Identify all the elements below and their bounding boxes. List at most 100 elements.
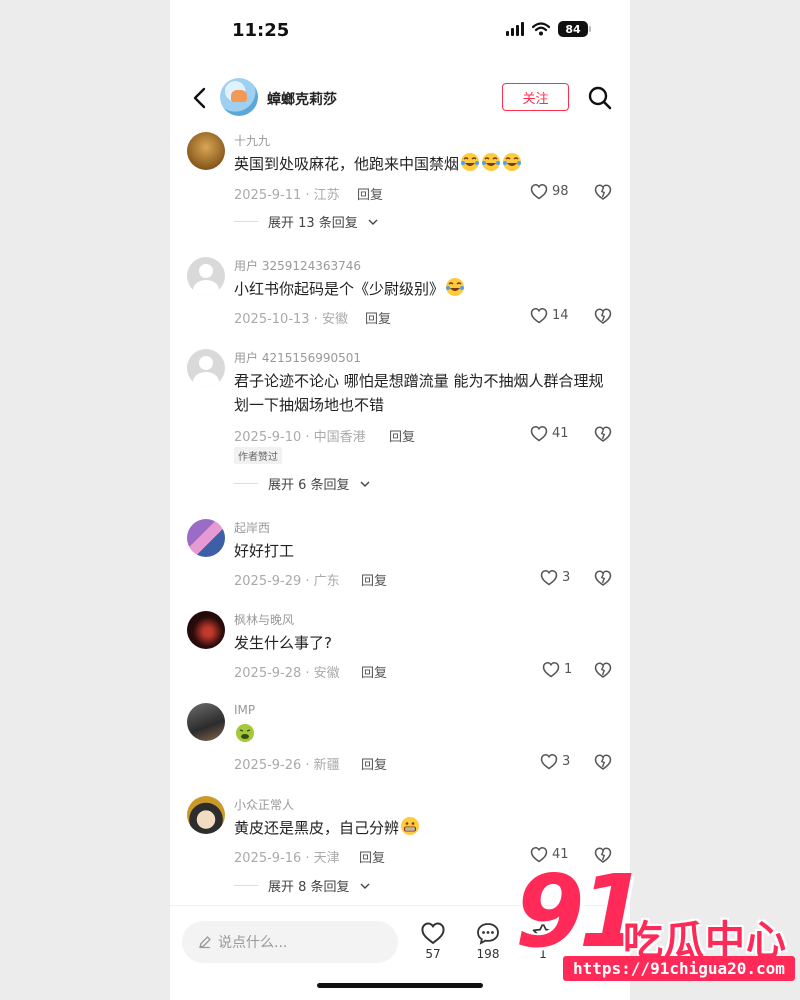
nauseated-emoji-icon (236, 724, 254, 742)
chevron-down-icon (360, 481, 370, 487)
home-indicator (317, 983, 483, 988)
expand-label: 展开 6 条回复 (268, 478, 350, 493)
comment-meta: 2025-9-28 · 安徽 (234, 666, 340, 681)
comment-username[interactable]: 用户 4215156990501 (234, 349, 361, 366)
comment-meta: 2025-9-11 · 江苏 (234, 188, 340, 203)
comment-text-body: 黄皮还是黑皮，自己分辨 (234, 819, 400, 837)
expand-label: 展开 13 条回复 (268, 216, 358, 231)
user-avatar[interactable] (187, 349, 225, 387)
back-icon[interactable] (186, 84, 214, 112)
heart-icon (540, 754, 558, 770)
comment-username[interactable]: 枫林与晚风 (234, 611, 294, 628)
comment-input-placeholder: 说点什么... (218, 935, 288, 951)
status-icons: 84 (506, 21, 591, 37)
phone-screen: 11:25 84 蟑螂克莉莎 关注 十九九 英国到处吸麻花，他跑来中国禁烟 20… (170, 0, 630, 1000)
dislike-heart-icon[interactable] (594, 425, 612, 443)
watermark: 91 吃瓜中心 https://91chigua20.com (515, 862, 795, 988)
comment-text-body: 小红书你起码是个《少尉级别》 (234, 280, 445, 298)
like-button[interactable]: 14 (530, 307, 569, 324)
comment-text (234, 723, 609, 747)
like-button[interactable]: 1 (542, 661, 572, 678)
status-time: 11:25 (232, 20, 290, 41)
comment-meta: 2025-9-10 · 中国香港 (234, 430, 366, 445)
post-comment-count: 198 (476, 947, 500, 961)
pencil-icon (199, 936, 211, 949)
heart-icon (421, 922, 445, 945)
like-post-button[interactable]: 57 (413, 921, 453, 961)
like-button[interactable]: 3 (540, 753, 570, 770)
comment-username[interactable]: 起岸西 (234, 519, 270, 536)
laughing-crying-emoji-icon (446, 278, 465, 296)
user-avatar[interactable] (187, 132, 225, 170)
heart-icon (530, 308, 548, 324)
reply-button[interactable]: 回复 (359, 847, 385, 866)
comment-text: 发生什么事了? (234, 634, 332, 652)
comment-text-body: 英国到处吸麻花，他跑来中国禁烟 (234, 155, 460, 173)
heart-icon (530, 426, 548, 442)
dislike-heart-icon[interactable] (594, 661, 612, 679)
wifi-icon (532, 22, 550, 36)
comment-text: 黄皮还是黑皮，自己分辨 (234, 816, 609, 840)
expand-replies-button[interactable]: 展开 6 条回复 (234, 474, 370, 493)
comment-bubble-icon (477, 923, 499, 945)
comment-username[interactable]: IMP (234, 703, 255, 717)
heart-icon (530, 184, 548, 200)
reply-button[interactable]: 回复 (389, 426, 415, 445)
expand-replies-button[interactable]: 展开 13 条回复 (234, 212, 378, 231)
dislike-heart-icon[interactable] (594, 183, 612, 201)
expand-label: 展开 8 条回复 (268, 880, 350, 895)
laughing-crying-emoji-icon (503, 153, 522, 171)
comment-text: 好好打工 (234, 542, 295, 560)
like-count: 41 (552, 426, 569, 441)
battery-level: 84 (565, 22, 581, 36)
post-like-count: 57 (425, 947, 441, 961)
user-avatar[interactable] (187, 703, 225, 741)
comment-username[interactable]: 用户 3259124363746 (234, 257, 361, 274)
like-count: 1 (564, 662, 573, 677)
like-button[interactable]: 3 (540, 569, 570, 586)
heart-icon (540, 570, 558, 586)
reply-button[interactable]: 回复 (365, 308, 391, 327)
grimacing-emoji-icon (401, 817, 420, 835)
like-count: 14 (552, 308, 569, 323)
reply-button[interactable]: 回复 (361, 570, 387, 589)
battery-icon: 84 (558, 21, 591, 37)
expand-divider (234, 221, 258, 222)
expand-divider (234, 483, 258, 484)
like-button[interactable]: 41 (530, 425, 569, 442)
expand-divider (234, 885, 258, 886)
comment-meta: 2025-10-13 · 安徽 (234, 312, 348, 327)
comment-input[interactable]: 说点什么... (182, 921, 398, 963)
comment-post-button[interactable]: 198 (468, 921, 508, 961)
comment-meta: 2025-9-26 · 新疆 (234, 758, 340, 773)
comment-text: 英国到处吸麻花，他跑来中国禁烟 (234, 152, 609, 176)
comment-username[interactable]: 十九九 (234, 132, 270, 149)
user-avatar[interactable] (187, 611, 225, 649)
chevron-down-icon (360, 883, 370, 889)
like-count: 3 (562, 570, 571, 585)
author-avatar[interactable] (220, 78, 258, 116)
comment-meta: 2025-9-29 · 广东 (234, 574, 340, 589)
dislike-heart-icon[interactable] (594, 569, 612, 587)
chevron-down-icon (368, 219, 378, 225)
author-name[interactable]: 蟑螂克莉莎 (267, 89, 337, 109)
user-avatar[interactable] (187, 519, 225, 557)
follow-button[interactable]: 关注 (502, 83, 569, 111)
watermark-url: https://91chigua20.com (563, 956, 795, 981)
dislike-heart-icon[interactable] (594, 753, 612, 771)
reply-button[interactable]: 回复 (357, 184, 383, 203)
comment-text: 小红书你起码是个《少尉级别》 (234, 277, 609, 301)
like-count: 3 (562, 754, 571, 769)
like-count: 98 (552, 184, 569, 199)
expand-replies-button[interactable]: 展开 8 条回复 (234, 876, 370, 895)
dislike-heart-icon[interactable] (594, 307, 612, 325)
signal-icon (506, 22, 524, 36)
user-avatar[interactable] (187, 257, 225, 295)
laughing-crying-emoji-icon (461, 153, 480, 171)
reply-button[interactable]: 回复 (361, 754, 387, 773)
search-icon[interactable] (586, 84, 614, 112)
reply-button[interactable]: 回复 (361, 662, 387, 681)
like-button[interactable]: 98 (530, 183, 569, 200)
comment-username[interactable]: 小众正常人 (234, 796, 294, 813)
user-avatar[interactable] (187, 796, 225, 834)
